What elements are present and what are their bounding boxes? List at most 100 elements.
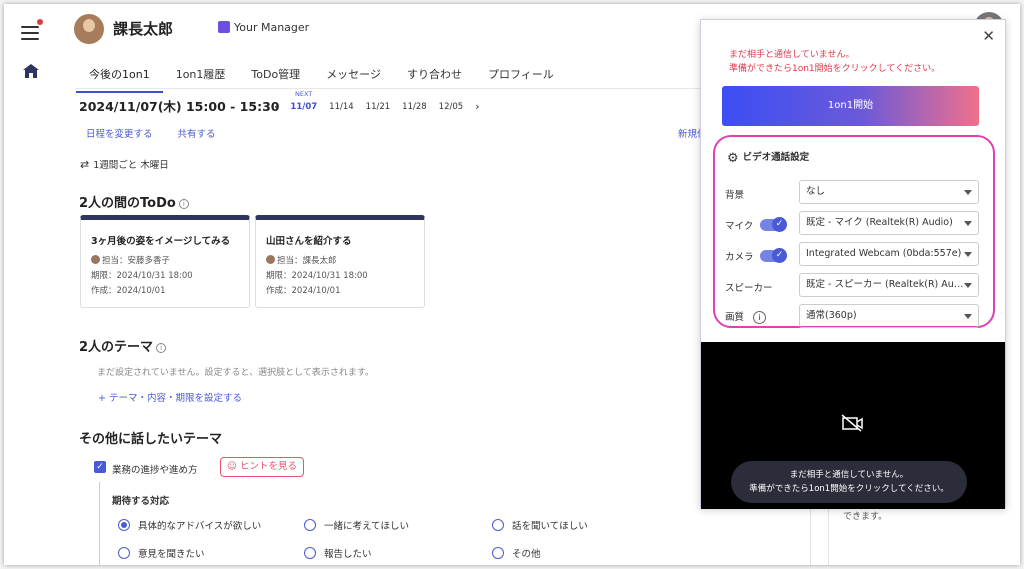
radio-label: 具体的なアドバイスが欲しい	[138, 521, 262, 532]
section-guide-line	[99, 482, 100, 565]
person-icon	[218, 21, 230, 33]
video-preview: まだ相手と通信していません。 準備ができたら1on1開始をクリックしてください。	[701, 342, 1005, 509]
assignee-text: 担当：課長太郎	[277, 256, 337, 266]
camera-select[interactable]: Integrated Webcam (0bda:557e)	[799, 242, 979, 266]
todo-heading-text: 2人の間のToDo	[79, 196, 176, 211]
radio-icon	[118, 519, 130, 531]
speaker-select[interactable]: 既定 - スピーカー (Realtek(R) Audio)	[799, 273, 979, 297]
hint-label: ヒントを見る	[239, 461, 297, 472]
video-status-message: まだ相手と通信していません。 準備ができたら1on1開始をクリックしてください。	[731, 461, 967, 503]
todo-card-assignee: 担当：課長太郎	[266, 254, 414, 269]
settings-title-text: ビデオ通話設定	[742, 152, 810, 163]
video-msg-line: 準備ができたら1on1開始をクリックしてください。	[749, 484, 949, 494]
meeting-datetime: 2024/11/07(木) 15:00 - 15:30	[79, 99, 280, 114]
info-icon[interactable]: i	[156, 343, 167, 353]
checkbox-label: 業務の進捗や進め方	[112, 465, 198, 476]
radio-option[interactable]: 意見を聞きたい	[118, 546, 205, 560]
mic-value: 既定 - マイク (Realtek(R) Audio)	[806, 217, 953, 228]
camera-label: カメラ	[725, 252, 754, 263]
date-option[interactable]: 11/28	[402, 102, 427, 112]
info-icon[interactable]: i	[178, 199, 189, 209]
mic-label: マイク	[725, 221, 754, 232]
other-themes-heading: その他に話したいテーマ	[79, 432, 223, 447]
chevron-left-icon[interactable]: ‹	[274, 100, 278, 113]
manager-badge: Your Manager	[218, 21, 309, 34]
todo-card[interactable]: 山田さんを紹介する 担当：課長太郎 期限：2024/10/31 18:00 作成…	[255, 215, 425, 308]
home-icon[interactable]	[23, 64, 39, 78]
recurrence: ⇄ 1週間ごと 木曜日	[80, 157, 169, 171]
hint-icon: ☺	[227, 461, 240, 472]
todo-card-due: 期限：2024/10/31 18:00	[266, 271, 368, 281]
assignee-avatar	[266, 255, 275, 264]
themes-heading-text: 2人のテーマ	[79, 340, 154, 355]
menu-icon[interactable]	[21, 26, 39, 40]
radio-icon	[118, 547, 130, 559]
radio-icon	[492, 519, 504, 531]
quality-value: 通常(360p)	[806, 310, 857, 321]
chevron-right-icon[interactable]: ›	[475, 100, 479, 113]
reschedule-link[interactable]: 日程を変更する	[86, 129, 153, 140]
assignee-avatar	[91, 255, 100, 264]
user-name: 課長太郎	[113, 20, 174, 38]
mic-toggle[interactable]	[760, 217, 787, 232]
gear-icon: ⚙	[727, 151, 739, 166]
date-option[interactable]: 12/05	[439, 102, 464, 112]
todo-heading: 2人の間のToDo i	[79, 192, 189, 211]
radio-label: 話を聞いてほしい	[512, 521, 588, 532]
close-icon[interactable]: ✕	[982, 27, 995, 45]
background-select[interactable]: なし	[799, 180, 979, 204]
todo-card[interactable]: 3ヶ月後の姿をイメージしてみる 担当：安藤多香子 期限：2024/10/31 1…	[80, 215, 250, 308]
right-panel-text: できます。	[843, 512, 888, 522]
radio-option[interactable]: その他	[492, 546, 541, 560]
radio-label: 報告したい	[324, 549, 372, 560]
todo-card-created: 作成：2024/10/01	[91, 286, 166, 296]
expect-label: 期待する対応	[112, 496, 170, 507]
add-theme-link[interactable]: + テーマ・内容・期限を設定する	[98, 390, 242, 404]
schedule-actions: 日程を変更する 共有する	[86, 126, 238, 140]
todo-card-title: 山田さんを紹介する	[266, 236, 352, 247]
start-1on1-button[interactable]: 1on1開始	[722, 86, 979, 126]
speaker-label: スピーカー	[725, 283, 773, 294]
radio-option[interactable]: 話を聞いてほしい	[492, 518, 588, 532]
next-label: NEXT	[295, 90, 313, 98]
progress-checkbox[interactable]: ✓	[94, 461, 106, 473]
todo-card-assignee: 担当：安藤多香子	[91, 254, 239, 269]
date-option[interactable]: 11/14	[329, 102, 354, 112]
manager-label: Your Manager	[234, 21, 310, 34]
radio-option[interactable]: 報告したい	[304, 546, 372, 560]
radio-label: その他	[512, 549, 541, 560]
camera-value: Integrated Webcam (0bda:557e)	[806, 248, 962, 259]
repeat-icon: ⇄	[80, 158, 90, 171]
radio-label: 一緒に考えてほしい	[324, 521, 410, 532]
camera-toggle[interactable]	[760, 248, 787, 263]
share-link[interactable]: 共有する	[178, 129, 216, 140]
quality-select[interactable]: 通常(360p)	[799, 304, 979, 328]
hint-button[interactable]: ☺ ヒントを見る	[220, 457, 304, 477]
date-option[interactable]: 11/21	[366, 102, 391, 112]
connection-warning: まだ相手と通信していません。 準備ができたら1on1開始をクリックしてください。	[729, 48, 940, 76]
themes-empty-text: まだ設定されていません。設定すると、選択肢として表示されます。	[97, 368, 374, 378]
speaker-value: 既定 - スピーカー (Realtek(R) Audio)	[806, 279, 964, 290]
radio-icon	[492, 547, 504, 559]
background-value: なし	[806, 186, 826, 197]
themes-heading: 2人のテーマ i	[79, 336, 167, 355]
user-avatar	[74, 14, 104, 44]
quality-label: 画質 i	[725, 309, 767, 324]
camera-off-icon	[841, 414, 863, 432]
mic-select[interactable]: 既定 - マイク (Realtek(R) Audio)	[799, 211, 979, 235]
assignee-text: 担当：安藤多香子	[102, 256, 171, 266]
warning-line: 準備ができたら1on1開始をクリックしてください。	[729, 64, 941, 74]
todo-card-due: 期限：2024/10/31 18:00	[91, 271, 193, 281]
info-icon[interactable]: i	[753, 311, 767, 324]
settings-title: ⚙ ビデオ通話設定	[727, 149, 809, 166]
quality-label-text: 画質	[725, 312, 745, 323]
radio-label: 意見を聞きたい	[138, 549, 205, 560]
video-msg-line: まだ相手と通信していません。	[789, 470, 909, 480]
todo-card-created: 作成：2024/10/01	[266, 286, 341, 296]
radio-option[interactable]: 一緒に考えてほしい	[304, 518, 409, 532]
radio-icon	[304, 547, 316, 559]
date-option[interactable]: 11/07	[290, 102, 317, 112]
notification-dot	[37, 19, 43, 25]
background-label: 背景	[725, 190, 745, 201]
radio-option[interactable]: 具体的なアドバイスが欲しい	[118, 518, 261, 532]
